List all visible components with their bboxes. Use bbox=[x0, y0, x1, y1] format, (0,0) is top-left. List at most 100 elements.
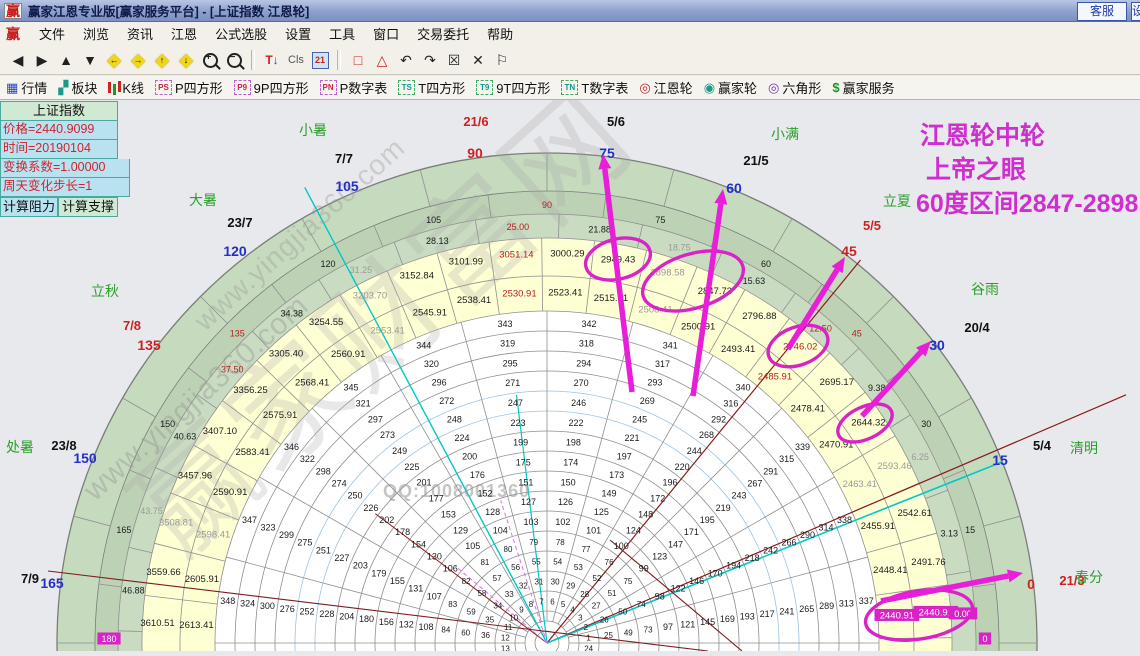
svg-text:78: 78 bbox=[556, 538, 565, 547]
flag-icon[interactable]: ⚐ bbox=[490, 49, 514, 71]
svg-text:小暑: 小暑 bbox=[299, 122, 327, 138]
pan-left-icon[interactable]: ◆ ← bbox=[102, 49, 126, 71]
toolbar-item-kline[interactable]: K线 bbox=[108, 78, 144, 97]
svg-text:250: 250 bbox=[347, 491, 362, 501]
svg-text:123: 123 bbox=[652, 552, 667, 562]
menu-item-2[interactable]: 资讯 bbox=[118, 27, 162, 42]
delete-box-icon[interactable]: ☒ bbox=[442, 49, 466, 71]
9p-square-label: 9P四方形 bbox=[253, 81, 309, 96]
svg-text:100: 100 bbox=[614, 541, 629, 551]
rotate-cw-icon[interactable]: ↷ bbox=[418, 49, 442, 71]
svg-text:0: 0 bbox=[982, 634, 987, 644]
svg-text:199: 199 bbox=[513, 438, 528, 448]
svg-text:6: 6 bbox=[550, 597, 555, 606]
zoom-in-icon[interactable]: + bbox=[198, 49, 222, 71]
cross-tool-icon[interactable]: ✕ bbox=[466, 49, 490, 71]
menu-item-8[interactable]: 交易委托 bbox=[408, 27, 478, 42]
svg-text:313: 313 bbox=[839, 599, 854, 609]
svg-text:3356.25: 3356.25 bbox=[233, 385, 267, 396]
toolbar-item-p-square[interactable]: PS P四方形 bbox=[155, 78, 223, 97]
down-icon[interactable]: ▼ bbox=[78, 49, 102, 71]
svg-text:12: 12 bbox=[501, 634, 510, 643]
customer-service-button[interactable]: 客服 bbox=[1077, 2, 1127, 21]
menu-item-6[interactable]: 工具 bbox=[320, 27, 364, 42]
menu-item-5[interactable]: 设置 bbox=[276, 27, 320, 42]
svg-text:30: 30 bbox=[921, 419, 931, 429]
svg-text:153: 153 bbox=[441, 509, 456, 519]
toolbar-item-9p-square[interactable]: P9 9P四方形 bbox=[233, 78, 309, 97]
svg-text:2538.41: 2538.41 bbox=[457, 295, 491, 306]
toolbar-item-9t-square[interactable]: T9 9T四方形 bbox=[476, 78, 550, 97]
zoom-out-icon[interactable]: − bbox=[222, 49, 246, 71]
up-icon[interactable]: ▲ bbox=[54, 49, 78, 71]
svg-text:294: 294 bbox=[576, 358, 591, 368]
cls-icon[interactable]: Cls bbox=[284, 49, 308, 71]
svg-text:105: 105 bbox=[426, 215, 441, 225]
svg-text:155: 155 bbox=[390, 576, 405, 586]
winner-service-label: 赢家服务 bbox=[842, 81, 895, 96]
svg-text:347: 347 bbox=[242, 515, 257, 525]
svg-text:165: 165 bbox=[116, 525, 131, 535]
svg-text:242: 242 bbox=[763, 545, 778, 555]
app-window: { "window": { "title": "赢家江恩专业版[赢家服务平台] … bbox=[0, 0, 1140, 656]
svg-text:3152.84: 3152.84 bbox=[400, 271, 434, 282]
back-icon[interactable]: ◀ bbox=[6, 49, 30, 71]
toolbar-item-t-square[interactable]: TS T四方形 bbox=[398, 78, 465, 97]
calendar-icon[interactable]: 21 bbox=[308, 49, 332, 71]
clipped-button[interactable]: 设 bbox=[1131, 2, 1140, 21]
toolbar-item-t-number-table[interactable]: TN T数字表 bbox=[561, 78, 628, 97]
svg-text:176: 176 bbox=[470, 470, 485, 480]
menu-item-3[interactable]: 江恩 bbox=[162, 27, 206, 42]
svg-text:107: 107 bbox=[427, 591, 442, 601]
svg-text:105: 105 bbox=[335, 178, 359, 194]
svg-text:7: 7 bbox=[539, 597, 544, 606]
svg-text:97: 97 bbox=[663, 622, 673, 632]
rect-tool-icon[interactable]: □ bbox=[346, 49, 370, 71]
toolbar-item-quotes[interactable]: ▦ 行情 bbox=[6, 78, 47, 97]
svg-text:春分: 春分 bbox=[1075, 569, 1103, 585]
panel-row-0: 价格=2440.9099 bbox=[0, 121, 118, 140]
svg-text:60: 60 bbox=[761, 259, 771, 269]
svg-text:269: 269 bbox=[640, 396, 655, 406]
svg-text:20/4: 20/4 bbox=[964, 320, 990, 335]
svg-text:315: 315 bbox=[779, 454, 794, 464]
svg-text:318: 318 bbox=[579, 339, 594, 349]
svg-text:2575.91: 2575.91 bbox=[263, 410, 297, 421]
calc-support-button[interactable]: 计算支撑 bbox=[58, 197, 118, 217]
menu-item-1[interactable]: 浏览 bbox=[74, 27, 118, 42]
svg-text:175: 175 bbox=[516, 458, 531, 468]
svg-text:4: 4 bbox=[570, 606, 575, 615]
toolbar-item-winner-service[interactable]: $ 赢家服务 bbox=[832, 78, 894, 97]
svg-text:345: 345 bbox=[343, 383, 358, 393]
menu-item-0[interactable]: 文件 bbox=[30, 27, 74, 42]
triangle-tool-icon[interactable]: △ bbox=[370, 49, 394, 71]
svg-text:150: 150 bbox=[73, 450, 97, 466]
toolbar-item-hexagon[interactable]: ◎ 六角形 bbox=[768, 78, 821, 97]
svg-text:54: 54 bbox=[553, 558, 562, 567]
toolbar-item-gann-wheel[interactable]: ◎ 江恩轮 bbox=[639, 78, 692, 97]
pan-up-icon[interactable]: ◆ ↑ bbox=[150, 49, 174, 71]
svg-text:105: 105 bbox=[465, 541, 480, 551]
t-updown-icon[interactable]: T↓ bbox=[260, 49, 284, 71]
toolbar-item-sectors[interactable]: ▞ 板块 bbox=[58, 78, 97, 97]
svg-text:228: 228 bbox=[319, 609, 334, 619]
rotate-ccw-icon[interactable]: ↶ bbox=[394, 49, 418, 71]
menu-item-9[interactable]: 帮助 bbox=[478, 27, 522, 42]
calc-resistance-button[interactable]: 计算阻力 bbox=[0, 197, 58, 217]
t-number-table-label: T数字表 bbox=[581, 81, 629, 96]
menu-item-7[interactable]: 窗口 bbox=[364, 27, 408, 42]
forward-icon[interactable]: ▶ bbox=[30, 49, 54, 71]
toolbar-item-winner-wheel[interactable]: ◉ 赢家轮 bbox=[704, 78, 757, 97]
pan-down-icon[interactable]: ◆ ↓ bbox=[174, 49, 198, 71]
toolbar-item-p-number-table[interactable]: PN P数字表 bbox=[319, 78, 387, 97]
svg-text:291: 291 bbox=[763, 466, 778, 476]
svg-text:15: 15 bbox=[992, 452, 1008, 468]
svg-text:3000.29: 3000.29 bbox=[550, 249, 584, 260]
svg-text:30: 30 bbox=[551, 578, 560, 587]
svg-text:266: 266 bbox=[782, 538, 797, 548]
menu-item-4[interactable]: 公式选股 bbox=[206, 27, 276, 42]
svg-text:3.13: 3.13 bbox=[941, 529, 959, 539]
svg-text:46.88: 46.88 bbox=[122, 586, 145, 596]
svg-text:30: 30 bbox=[929, 337, 945, 353]
pan-right-icon[interactable]: ◆ → bbox=[126, 49, 150, 71]
